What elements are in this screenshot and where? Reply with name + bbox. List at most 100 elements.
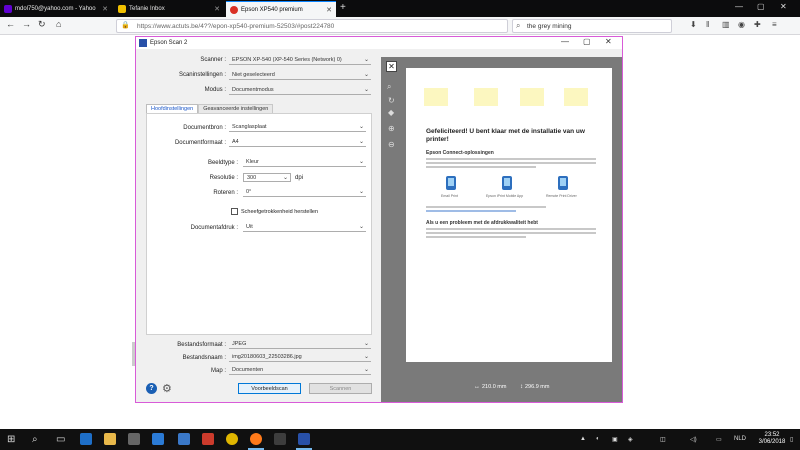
enhancement-select[interactable]: Uit ⌄ [243,223,366,232]
language-indicator[interactable]: NLD [734,436,746,442]
extension-icon[interactable]: ✚ [754,20,761,29]
battery-icon[interactable]: ▭ [716,436,722,443]
close-window-button[interactable]: ✕ [605,37,612,46]
search-icon[interactable]: ⌕ [32,434,38,445]
add-area-icon[interactable]: ⊕ [388,124,395,133]
text-line [426,236,526,238]
resolution-unit: dpi [295,175,304,181]
rotate-select[interactable]: 0° ⌄ [243,188,366,197]
task-view-icon[interactable]: ▭ [56,434,65,445]
filename-select[interactable]: img20180603_22503286.jpg ⌄ [229,353,371,362]
tray-icon[interactable]: ▣ [612,436,618,443]
new-tab-button[interactable]: + [340,2,346,13]
erase-icon[interactable]: ◆ [388,108,394,117]
app-icon[interactable] [202,433,214,445]
email-print-icon [446,176,456,190]
menu-icon[interactable]: ≡ [772,20,777,29]
browser-toolbar: ← → ↻ ⌂ 🔒 https://www.actuts.be/4??/epon… [0,17,800,35]
volume-icon[interactable]: ◁) [690,436,697,443]
chevron-down-icon: ⌄ [363,367,369,373]
skew-correction-checkbox[interactable] [231,208,238,215]
file-format-select[interactable]: JPEG ⌄ [229,340,371,349]
gear-icon[interactable]: ⚙ [162,382,172,395]
close-tab-icon[interactable]: ✕ [214,5,220,13]
tab-label: mdol750@yahoo.com - Yahoo [15,6,96,12]
clock-date: 3/06/2018 [758,439,786,445]
search-text: the grey mining [527,22,572,30]
epson-scan-icon[interactable] [298,433,310,445]
extension-icon[interactable]: ◉ [738,20,745,29]
tab-yahoo-mail[interactable]: mdol750@yahoo.com - Yahoo ✕ [0,1,112,17]
folder-select[interactable]: Documenten ⌄ [229,366,371,375]
tray-icon[interactable]: ◐ [596,436,600,442]
preview-section-connect: Epson Connect-oplossingen [426,150,494,156]
back-icon[interactable]: ← [6,19,15,29]
minimize-button[interactable]: — [561,37,569,46]
document-size-label: Documentformaat : [174,140,226,146]
chevron-down-icon: ⌄ [363,72,369,78]
close-preview-icon[interactable]: ✕ [386,61,397,72]
scan-settings-select[interactable]: Niet geselecteerd ⌄ [229,71,371,80]
tab-epson-forum[interactable]: Epson XP540 premium ✕ [226,1,336,17]
clock[interactable]: 23:52 3/06/2018 [752,432,792,446]
minimize-button[interactable]: — [735,2,743,11]
settings-label: Scaninstellingen : [178,72,226,78]
window-title: Epson Scan 2 [150,40,188,46]
search-input[interactable]: ⌕ the grey mining [512,19,672,33]
sidebar-icon[interactable]: ▥ [722,20,730,29]
logo-strip [424,88,594,108]
rotate-icon[interactable]: ↻ [388,96,395,105]
app-icon[interactable] [178,433,190,445]
document-source-select[interactable]: Scanglasplaat ⌄ [229,123,366,132]
chevron-down-icon: ⌄ [358,159,364,165]
tab-inbox[interactable]: Tefanie Inbox ✕ [114,1,224,17]
zoom-icon[interactable]: ⌕ [387,82,391,92]
height-value: 296.9 mm [525,384,550,390]
file-explorer-icon[interactable] [104,433,116,445]
link-line [426,210,516,212]
rotate-value: 0° [246,189,252,195]
store-icon[interactable] [128,433,140,445]
text-line [426,166,536,168]
address-bar[interactable]: 🔒 https://www.actuts.be/4??/epon-xp540-p… [116,19,508,33]
network-icon[interactable]: ◫ [660,436,666,443]
tab-main-settings[interactable]: Hoofdinstellingen [146,104,199,113]
tab-advanced-settings[interactable]: Geavanceerde instellingen [198,104,274,113]
text-line [426,228,596,230]
app-icon[interactable] [274,433,286,445]
home-icon[interactable]: ⌂ [56,19,61,29]
close-tab-icon[interactable]: ✕ [326,6,332,14]
tray-icon[interactable]: ▲ [580,436,586,442]
close-window-button[interactable]: ✕ [780,2,787,11]
forward-icon[interactable]: → [22,19,31,29]
image-type-select[interactable]: Kleur ⌄ [243,158,366,167]
library-icon[interactable]: ‖ [706,20,709,29]
document-source-value: Scanglasplaat [232,124,267,130]
edge-icon[interactable] [80,433,92,445]
document-size-select[interactable]: A4 ⌄ [229,138,366,147]
logo-shape [474,88,498,106]
firefox-icon[interactable] [250,433,262,445]
resolution-select[interactable]: 300 ⌄ [243,173,291,182]
mail-icon[interactable] [152,433,164,445]
reload-icon[interactable]: ↻ [38,19,46,30]
settings-value: Niet geselecteerd [232,72,275,78]
tray-icon[interactable]: ◈ [628,436,633,443]
chrome-icon[interactable] [226,433,238,445]
scan-button[interactable]: Scannen [309,383,372,394]
notifications-icon[interactable]: ▯ [790,436,793,443]
maximize-button[interactable]: ▢ [757,2,765,11]
windows-start-icon[interactable]: ⊞ [7,434,15,445]
help-icon[interactable]: ? [146,383,157,394]
remove-area-icon[interactable]: ⊖ [388,140,395,149]
scanner-label: Scanner : [200,57,226,63]
text-line [426,158,596,160]
close-tab-icon[interactable]: ✕ [102,5,108,13]
downloads-icon[interactable]: ⬇ [690,20,697,29]
preview-scan-button[interactable]: Voorbeeldscan [238,383,301,394]
scanner-select[interactable]: EPSON XP-540 (XP-540 Series (Network) 0)… [229,56,371,65]
mode-select[interactable]: Documentmodus ⌄ [229,86,371,95]
text-line [426,162,596,164]
resolution-value: 300 [247,174,257,181]
maximize-button[interactable]: ▢ [583,37,591,46]
